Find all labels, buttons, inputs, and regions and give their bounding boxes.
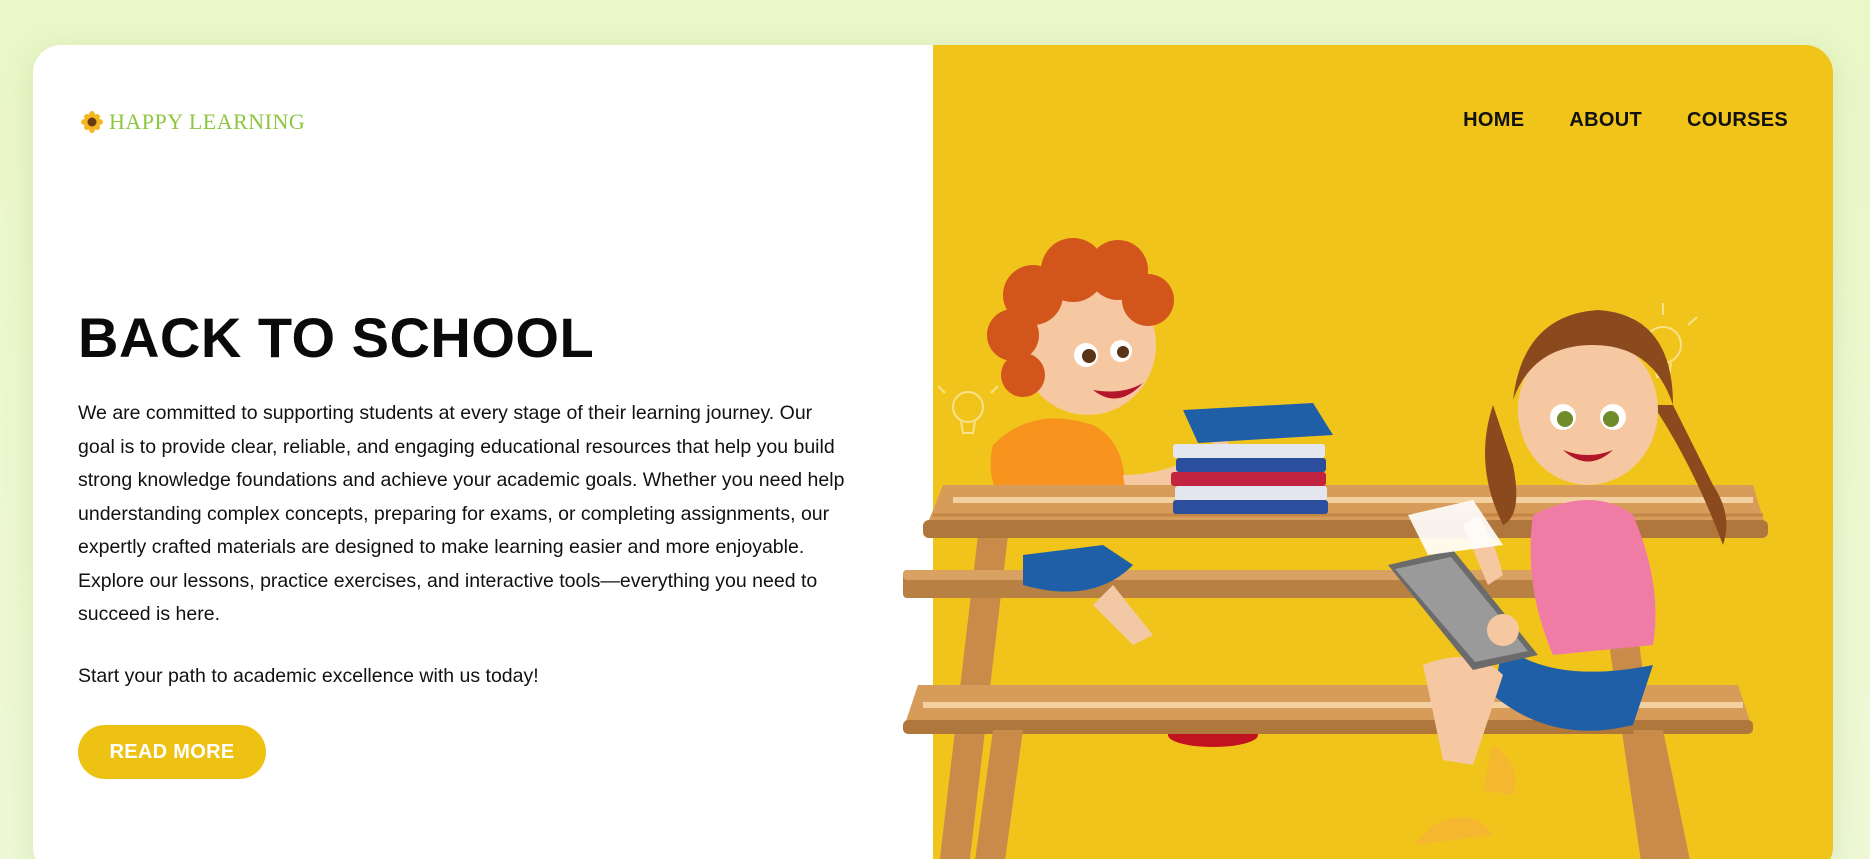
sunflower-icon [81, 111, 103, 133]
hero-cta-text: Start your path to academic excellence w… [78, 665, 539, 687]
main-nav: HOME ABOUT COURSES [1463, 109, 1788, 132]
brand-name: HAPPY LEARNING [109, 109, 306, 134]
read-more-button[interactable]: READ MORE [78, 725, 266, 779]
page-title: BACK TO SCHOOL [78, 306, 595, 369]
hero-card: HAPPY LEARNING HOME ABOUT COURSES BACK T… [33, 45, 1833, 859]
nav-home[interactable]: HOME [1463, 109, 1524, 132]
hero-yellow-panel [933, 45, 1833, 859]
hero-description: We are committed to supporting students … [78, 402, 845, 625]
brand-logo[interactable]: HAPPY LEARNING [81, 109, 305, 135]
nav-courses[interactable]: COURSES [1687, 109, 1788, 132]
nav-about[interactable]: ABOUT [1569, 109, 1642, 132]
